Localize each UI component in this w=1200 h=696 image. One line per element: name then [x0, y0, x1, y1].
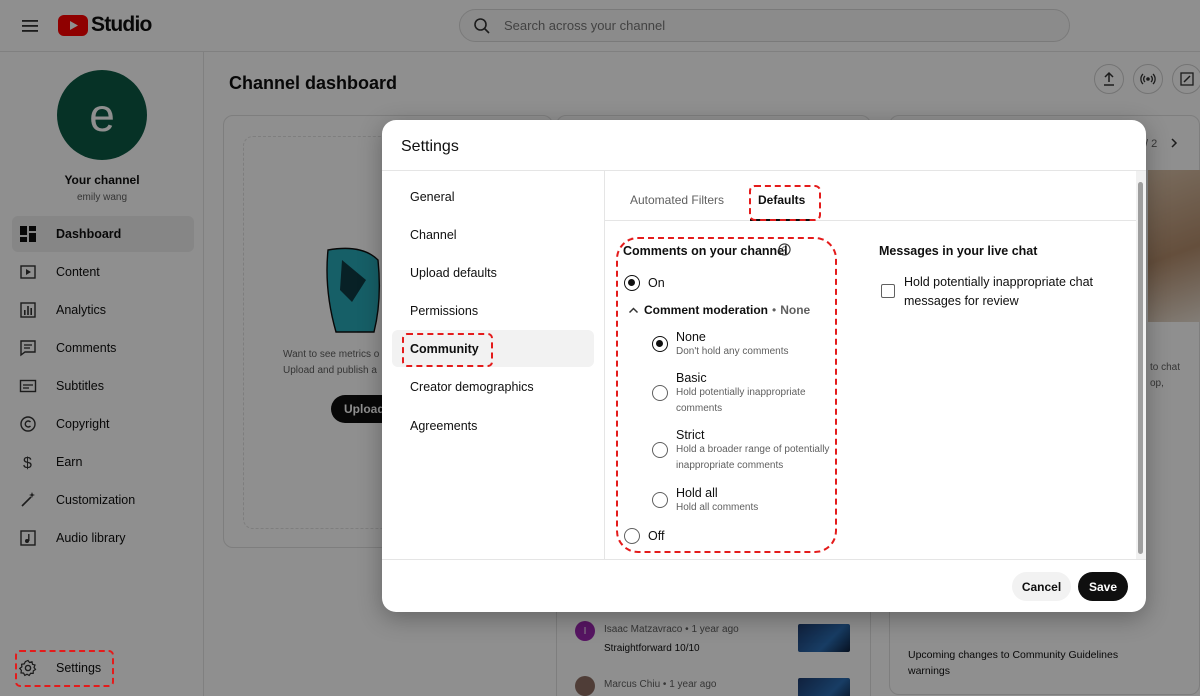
divider — [604, 171, 605, 559]
option-label: None — [676, 330, 706, 344]
option-description: Hold potentially inappropriate comments — [676, 387, 806, 414]
nav-label: General — [410, 189, 455, 204]
settings-nav-creator-demographics[interactable]: Creator demographics — [392, 368, 594, 405]
settings-nav-permissions[interactable]: Permissions — [392, 292, 594, 329]
moderation-strict-radio[interactable] — [652, 442, 668, 458]
nav-label: Permissions — [410, 303, 479, 318]
chevron-up-icon — [628, 306, 639, 313]
option-description: Hold a broader range of potentially inap… — [676, 444, 830, 471]
option-description: Don't hold any comments — [676, 346, 789, 357]
comments-off-label: Off — [648, 529, 665, 543]
cancel-button[interactable]: Cancel — [1012, 572, 1071, 601]
help-icon[interactable]: ? — [778, 243, 791, 256]
scrollbar-thumb[interactable] — [1138, 182, 1143, 554]
separator-dot: • — [772, 303, 777, 317]
save-button[interactable]: Save — [1078, 572, 1128, 601]
settings-nav-upload-defaults[interactable]: Upload defaults — [392, 254, 594, 291]
settings-nav-general[interactable]: General — [392, 178, 594, 215]
option-label: Strict — [676, 428, 705, 442]
moderation-basic-radio[interactable] — [652, 385, 668, 401]
comment-moderation-toggle[interactable]: Comment moderation • None — [628, 303, 810, 317]
nav-label: Channel — [410, 227, 457, 242]
nav-label: Community — [410, 341, 479, 356]
settings-nav-community[interactable]: Community — [392, 330, 594, 367]
divider — [605, 220, 1136, 221]
moderation-value: None — [780, 303, 811, 317]
settings-nav-channel[interactable]: Channel — [392, 216, 594, 253]
tab-active-indicator — [750, 219, 810, 221]
hold-chat-checkbox[interactable] — [881, 284, 895, 298]
comments-off-radio[interactable] — [624, 528, 640, 544]
tab-defaults[interactable]: Defaults — [758, 182, 805, 218]
divider — [382, 170, 1146, 171]
comments-on-radio[interactable] — [624, 275, 640, 291]
option-label: Basic — [676, 371, 707, 385]
nav-label: Agreements — [410, 418, 478, 433]
option-description: Hold all comments — [676, 502, 759, 513]
comments-on-label: On — [648, 276, 665, 290]
svg-text:?: ? — [782, 246, 787, 255]
moderation-none-radio[interactable] — [652, 336, 668, 352]
nav-label: Creator demographics — [410, 379, 534, 394]
option-label: Hold all — [676, 486, 718, 500]
moderation-hold-all-radio[interactable] — [652, 492, 668, 508]
hold-chat-label: Hold potentially inappropriate chat mess… — [904, 275, 1094, 308]
live-chat-section-title: Messages in your live chat — [879, 244, 1038, 258]
divider — [382, 559, 1146, 560]
nav-label: Upload defaults — [410, 265, 497, 280]
settings-nav-agreements[interactable]: Agreements — [392, 407, 594, 444]
comments-section-title: Comments on your channel — [623, 244, 788, 258]
moderation-label: Comment moderation — [644, 303, 769, 317]
tab-automated-filters[interactable]: Automated Filters — [630, 182, 724, 218]
dialog-title: Settings — [401, 138, 459, 155]
settings-dialog: Settings General Channel Upload defaults… — [382, 120, 1146, 612]
